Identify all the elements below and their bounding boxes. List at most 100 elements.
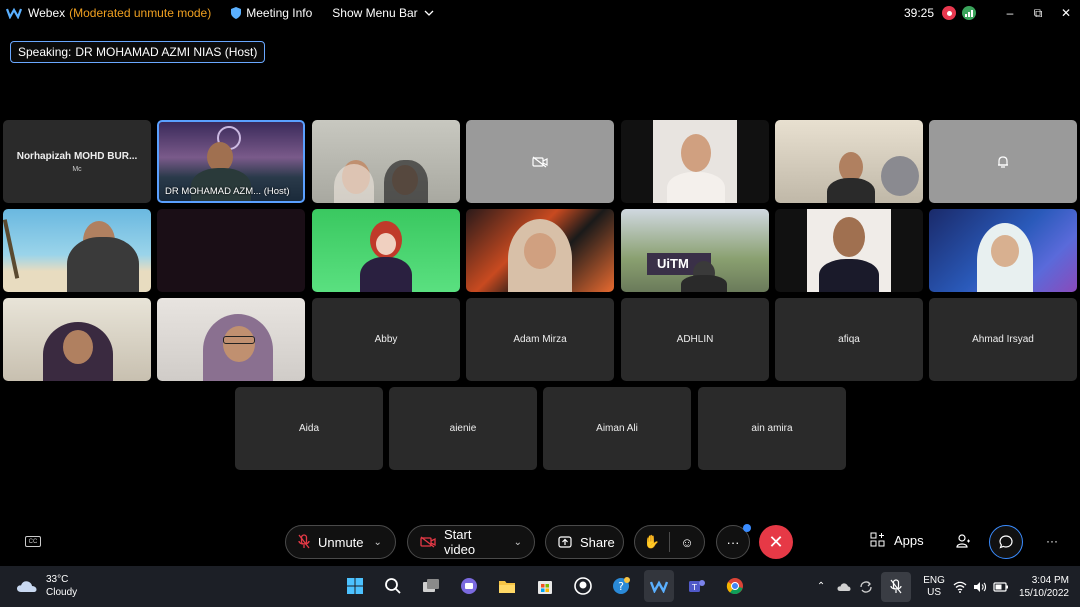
chevron-down-icon[interactable]: ⌄ xyxy=(374,537,382,548)
participant-tile-video-5[interactable] xyxy=(621,120,769,203)
video-off-icon xyxy=(532,156,548,167)
reactions-icon[interactable]: ☺ xyxy=(670,535,704,550)
show-menu-bar-button[interactable]: Show Menu Bar xyxy=(332,6,434,20)
chat-button[interactable] xyxy=(989,525,1023,559)
participant-name: afiqa xyxy=(838,334,860,345)
start-menu-icon[interactable] xyxy=(340,570,370,602)
participant-tile-abby[interactable]: Abby xyxy=(312,298,460,381)
participant-body xyxy=(819,259,879,292)
apps-icon xyxy=(870,532,885,547)
participant-tile-aiman-ali[interactable]: Aiman Ali xyxy=(543,387,691,470)
help-icon[interactable]: ? xyxy=(606,570,636,602)
more-options-button[interactable]: ··· xyxy=(716,524,751,559)
palm-tree xyxy=(3,219,20,279)
temperature: 33°C xyxy=(46,574,69,585)
network-health-icon[interactable] xyxy=(962,6,976,20)
participant-tile-video-off-2[interactable] xyxy=(929,120,1077,203)
close-icon: ✕ xyxy=(768,531,784,552)
weather-widget[interactable]: 33°C Cloudy xyxy=(16,573,77,599)
participant-tile-video-13[interactable] xyxy=(775,209,923,292)
participant-name: Aiman Ali xyxy=(596,423,638,434)
participant-tile-video-12[interactable]: UiTM xyxy=(621,209,769,292)
mic-muted-tray-icon[interactable] xyxy=(881,571,912,602)
github-icon[interactable] xyxy=(568,570,598,602)
participant-tile-video-9[interactable] xyxy=(157,209,305,292)
minimize-button[interactable]: – xyxy=(996,0,1024,26)
teams-chat-icon[interactable] xyxy=(454,570,484,602)
weather-condition: Cloudy xyxy=(46,587,78,598)
start-video-button[interactable]: Start video ⌄ xyxy=(407,525,535,559)
participant-caption: DR MOHAMAD AZM... (Host) xyxy=(165,186,290,197)
cloud-icon xyxy=(17,581,37,592)
avatar-face xyxy=(376,233,396,255)
wifi-icon[interactable] xyxy=(953,581,967,593)
chat-icon xyxy=(999,535,1013,549)
participant-tile-video-16[interactable] xyxy=(157,298,305,381)
battery-icon[interactable] xyxy=(993,581,1009,592)
avatar-body xyxy=(360,257,412,292)
meeting-timer: 39:25 xyxy=(903,6,934,20)
participant-tile-adhlin[interactable]: ADHLIN xyxy=(621,298,769,381)
raise-hand-icon[interactable]: ✋ xyxy=(635,534,669,550)
participant-tile-aienie[interactable]: aienie xyxy=(389,387,537,470)
onedrive-icon[interactable] xyxy=(837,582,851,592)
participant-tile-ahmad-irsyad[interactable]: Ahmad Irsyad xyxy=(929,298,1077,381)
system-clock[interactable]: 3:04 PM 15/10/2022 xyxy=(1019,574,1069,600)
recording-icon[interactable] xyxy=(942,6,956,20)
participant-face xyxy=(991,235,1019,267)
share-button[interactable]: Share xyxy=(545,525,624,559)
apps-button[interactable]: Apps xyxy=(870,532,924,548)
participant-tile-video-15[interactable] xyxy=(3,298,151,381)
participant-name: ADHLIN xyxy=(676,334,714,345)
meeting-info-label: Meeting Info xyxy=(246,6,313,20)
participant-tile-video-3[interactable] xyxy=(312,120,460,203)
volume-icon[interactable] xyxy=(973,581,987,593)
closed-captions-icon[interactable]: CC xyxy=(25,536,41,547)
svg-text:T: T xyxy=(691,583,697,592)
participant-hijab xyxy=(334,164,374,203)
participant-tile-video-11[interactable] xyxy=(466,209,614,292)
participant-tile-video-6[interactable] xyxy=(775,120,923,203)
video-off-icon xyxy=(420,536,436,548)
chevron-down-icon xyxy=(424,10,434,16)
microsoft-teams-icon[interactable]: T xyxy=(682,570,712,602)
overflow-menu-icon[interactable]: ··· xyxy=(1046,534,1058,548)
windows-taskbar: 33°C Cloudy ? T ⌃ ENG US 3:04 PM 15/10/2… xyxy=(0,566,1080,607)
file-explorer-icon[interactable] xyxy=(492,570,522,602)
participants-icon[interactable] xyxy=(955,533,971,554)
unmute-button[interactable]: Unmute ⌄ xyxy=(285,525,396,559)
participant-name: Ahmad Irsyad xyxy=(972,334,1034,345)
participant-tile-video-off-1[interactable] xyxy=(466,120,614,203)
participant-tile-afiqa[interactable]: afiqa xyxy=(775,298,923,381)
participant-tile-aida[interactable]: Aida xyxy=(235,387,383,470)
participant-tile-host[interactable]: DR MOHAMAD AZM... (Host) xyxy=(157,120,305,203)
maximize-button[interactable]: ⧉ xyxy=(1024,0,1052,26)
start-video-label: Start video xyxy=(444,527,476,557)
participant-tile-norhapizah[interactable]: Norhapizah MOHD BUR... Mc xyxy=(3,120,151,203)
participant-name: Aida xyxy=(298,423,319,434)
chevron-up-icon[interactable]: ⌃ xyxy=(817,581,825,592)
participant-tile-ain-amira[interactable]: ain amira xyxy=(698,387,846,470)
participant-body xyxy=(667,172,725,203)
participant-tile-adam-mirza[interactable]: Adam Mirza xyxy=(466,298,614,381)
microsoft-store-icon[interactable] xyxy=(530,570,560,602)
search-icon[interactable] xyxy=(378,570,408,602)
language-code: ENG xyxy=(923,574,945,586)
participant-tile-video-14[interactable] xyxy=(929,209,1077,292)
more-icon: ··· xyxy=(726,534,740,550)
participant-face xyxy=(63,330,93,364)
participant-tile-video-10[interactable] xyxy=(312,209,460,292)
participant-tile-video-8[interactable] xyxy=(3,209,151,292)
end-call-button[interactable]: ✕ xyxy=(759,525,793,559)
bell-icon xyxy=(998,155,1008,168)
webex-taskbar-icon[interactable] xyxy=(644,570,674,602)
shield-icon xyxy=(231,7,242,19)
chevron-down-icon[interactable]: ⌄ xyxy=(514,537,522,548)
close-button[interactable]: ✕ xyxy=(1052,0,1080,26)
app-name: Webex xyxy=(28,6,66,20)
language-indicator[interactable]: ENG US xyxy=(923,575,945,599)
sync-icon[interactable] xyxy=(859,580,873,594)
task-view-icon[interactable] xyxy=(416,570,446,602)
chrome-icon[interactable] xyxy=(720,570,750,602)
meeting-info-button[interactable]: Meeting Info xyxy=(231,6,312,20)
